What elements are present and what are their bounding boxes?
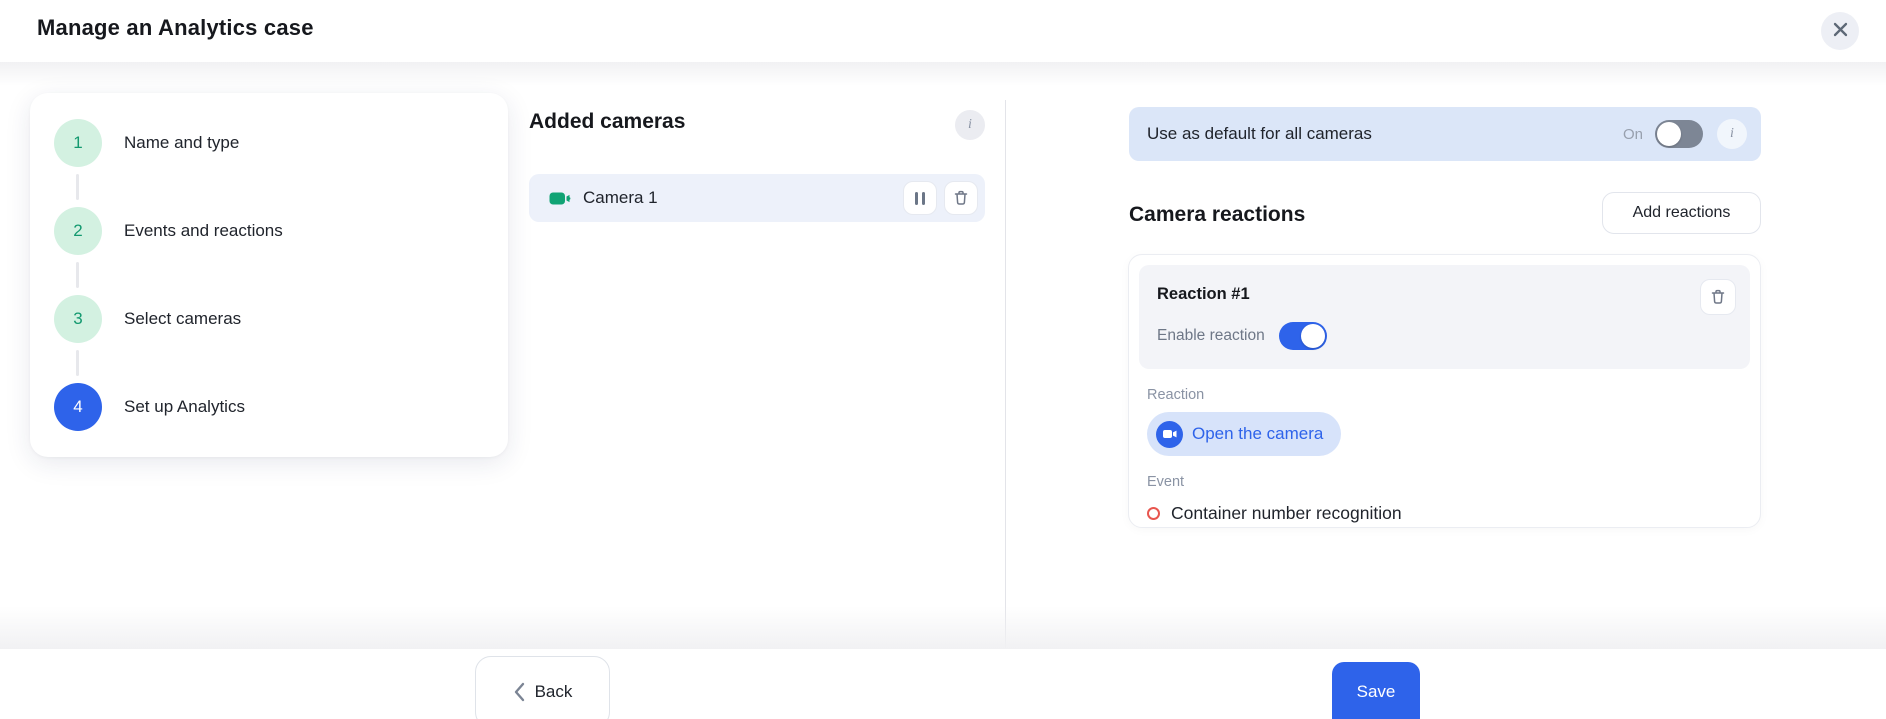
step-events-and-reactions[interactable]: 2 Events and reactions [54,207,484,255]
close-icon [1833,22,1848,40]
step-connector [76,262,79,288]
content-top-shadow [0,62,1886,86]
dialog-footer: Back Save [0,649,1886,719]
content-bottom-shadow [0,606,1886,649]
step-1-label: Name and type [124,133,239,153]
step-name-and-type[interactable]: 1 Name and type [54,119,484,167]
info-icon: i [1730,126,1734,142]
enable-reaction-label: Enable reaction [1157,327,1265,345]
step-set-up-analytics[interactable]: 4 Set up Analytics [54,383,484,431]
step-4-number: 4 [73,397,82,417]
pause-icon [915,192,925,205]
event-row: Container number recognition [1147,503,1742,524]
event-value-label: Container number recognition [1171,503,1402,524]
step-connector [76,350,79,376]
back-button-label: Back [535,682,573,702]
panel-divider [1005,100,1006,649]
step-2-circle: 2 [54,207,102,255]
reaction-card: Reaction #1 Enable reaction Reaction Ope… [1128,254,1761,528]
toggle-state-label: On [1623,126,1643,143]
page-title: Manage an Analytics case [37,15,314,41]
step-3-label: Select cameras [124,309,241,329]
step-3-number: 3 [73,309,82,329]
reaction-delete-button[interactable] [1700,279,1736,315]
camera-pause-button[interactable] [903,181,937,215]
toggle-knob [1301,324,1325,348]
added-cameras-heading: Added cameras [529,110,685,134]
default-for-all-cameras-banner: Use as default for all cameras On i [1129,107,1761,161]
camera-delete-button[interactable] [944,181,978,215]
reaction-value-label: Open the camera [1192,424,1323,444]
reaction-field-label: Reaction [1147,387,1742,403]
default-banner-label: Use as default for all cameras [1147,124,1623,144]
camera-icon [1156,421,1183,448]
trash-icon [1709,288,1727,306]
toggle-knob [1657,122,1681,146]
reaction-title: Reaction #1 [1157,285,1736,304]
step-2-number: 2 [73,221,82,241]
step-4-circle: 4 [54,383,102,431]
trash-icon [952,189,970,207]
reaction-value-chip[interactable]: Open the camera [1147,412,1341,456]
enable-reaction-row: Enable reaction [1157,322,1736,350]
add-reactions-button[interactable]: Add reactions [1602,192,1761,234]
manage-analytics-dialog: Manage an Analytics case 1 Name and type… [0,0,1886,719]
camera-list-item[interactable]: Camera 1 [529,174,985,222]
save-button[interactable]: Save [1332,662,1420,719]
event-type-icon [1147,507,1160,520]
camera-name: Camera 1 [583,188,896,208]
camera-reactions-heading: Camera reactions [1129,203,1305,227]
step-1-number: 1 [73,133,82,153]
enable-reaction-toggle[interactable] [1279,322,1327,350]
step-select-cameras[interactable]: 3 Select cameras [54,295,484,343]
default-toggle[interactable] [1655,120,1703,148]
step-2-label: Events and reactions [124,221,283,241]
added-cameras-info-button[interactable]: i [955,110,985,140]
step-4-label: Set up Analytics [124,397,245,417]
close-button[interactable] [1821,12,1859,50]
step-1-circle: 1 [54,119,102,167]
step-3-circle: 3 [54,295,102,343]
info-icon: i [968,117,972,133]
step-connector [76,174,79,200]
default-banner-info-button[interactable]: i [1717,119,1747,149]
reaction-card-body: Reaction Open the camera Event Container… [1139,387,1750,524]
dialog-header: Manage an Analytics case [0,0,1886,62]
chevron-left-icon [513,682,525,702]
event-field-label: Event [1147,474,1742,490]
back-button[interactable]: Back [475,656,610,719]
reaction-card-header: Reaction #1 Enable reaction [1139,265,1750,369]
camera-icon [549,191,571,206]
stepper-card: 1 Name and type 2 Events and reactions 3… [30,93,508,457]
